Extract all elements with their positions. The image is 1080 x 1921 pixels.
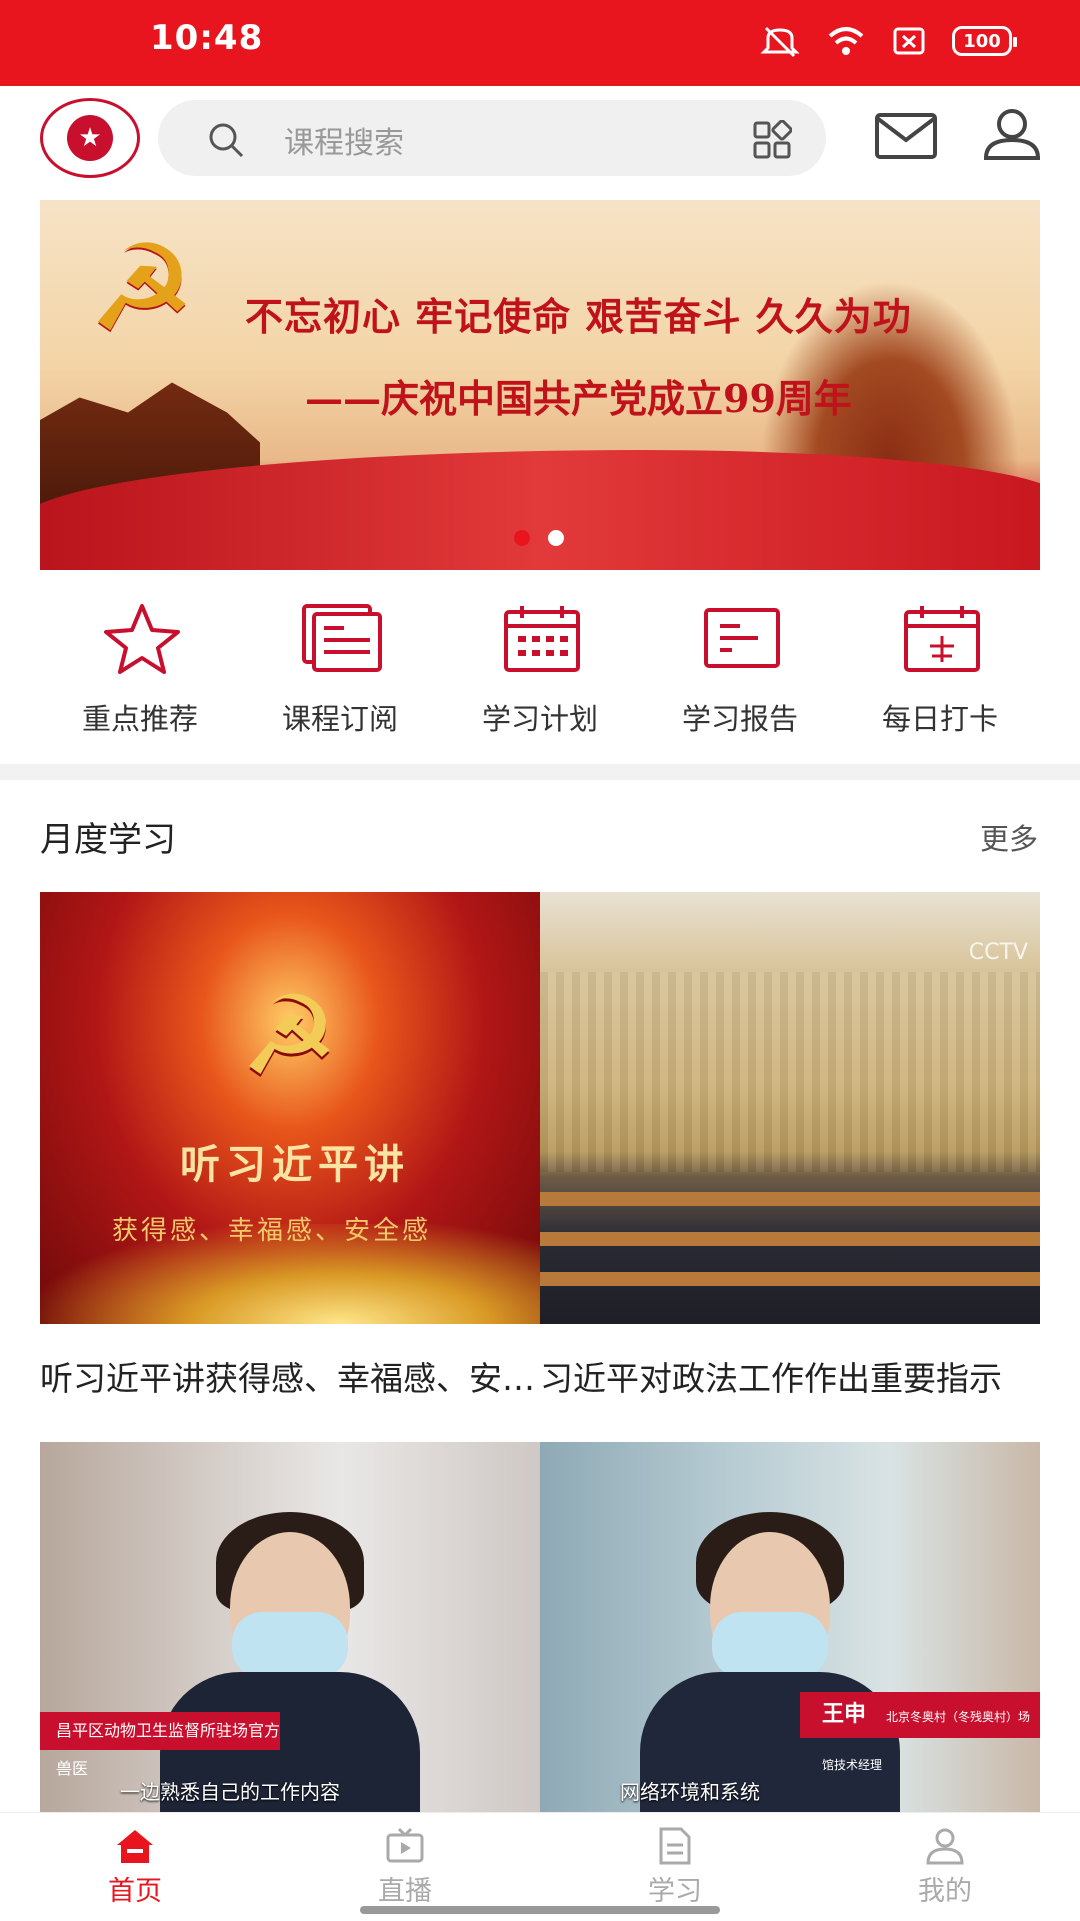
search-bar[interactable]: 课程搜索 <box>158 100 826 176</box>
live-icon <box>386 1827 424 1863</box>
quick-links: 重点推荐 课程订阅 学习计划 学习报告 每日打卡 <box>0 596 1080 756</box>
category-grid-icon[interactable] <box>752 120 792 160</box>
tab-label: 首页 <box>108 1876 162 1907</box>
tv-logo: CCTV <box>968 940 1028 965</box>
battery-level: 100 <box>963 30 1001 52</box>
star-icon <box>104 604 180 674</box>
quick-link-checkin[interactable]: 每日打卡 <box>840 596 1040 746</box>
tab-home[interactable]: 首页 <box>0 1813 270 1921</box>
thumbnail-subtitle: 一边熟悉自己的工作内容 <box>120 1780 340 1804</box>
profile-icon <box>926 1828 964 1865</box>
party-emblem-icon: ☭ <box>240 972 339 1100</box>
video-thumbnail[interactable]: CCTV <box>540 892 1040 1324</box>
home-icon <box>117 1830 153 1863</box>
tab-study[interactable]: 学习 <box>540 1813 810 1921</box>
video-thumbnail[interactable]: 王申 北京冬奥村（冬残奥村）场馆技术经理 网络环境和系统 <box>540 1442 1040 1812</box>
pagination-dot-1[interactable] <box>514 530 530 546</box>
more-link[interactable]: 更多 <box>980 816 1038 858</box>
video-card[interactable]: 昌平区动物卫生监督所驻场官方兽医 一边熟悉自己的工作内容 <box>40 1442 540 1812</box>
hero-banner[interactable]: ☭ 不忘初心 牢记使命 艰苦奋斗 久久为功 ——庆祝中国共产党成立99周年 <box>40 200 1040 570</box>
quick-link-report[interactable]: 学习报告 <box>640 596 840 746</box>
thumbnail-table <box>540 1192 1040 1206</box>
thumbnail-subtitle: 网络环境和系统 <box>620 1780 760 1804</box>
sim-icon <box>893 27 925 55</box>
thumbnail-caption: 听习近平讲 <box>180 1141 410 1188</box>
person-name: 王申 <box>822 1702 867 1727</box>
section-title: 月度学习 <box>40 820 176 860</box>
quick-link-label: 重点推荐 <box>81 702 198 736</box>
quick-link-plan[interactable]: 学习计划 <box>440 596 640 746</box>
video-card[interactable]: CCTV 习近平对政法工作作出重要指示 <box>540 892 1040 1400</box>
tab-profile[interactable]: 我的 <box>810 1813 1080 1921</box>
video-thumbnail[interactable]: 昌平区动物卫生监督所驻场官方兽医 一边熟悉自己的工作内容 <box>40 1442 540 1812</box>
tab-label: 我的 <box>918 1876 972 1907</box>
quick-link-label: 学习计划 <box>481 702 598 736</box>
tab-label: 直播 <box>378 1876 432 1907</box>
status-icons: 100 <box>760 24 1017 58</box>
mail-icon[interactable] <box>874 112 938 162</box>
tab-live[interactable]: 直播 <box>270 1813 540 1921</box>
video-title[interactable]: 习近平对政法工作作出重要指示 <box>540 1352 1040 1400</box>
section-divider <box>0 764 1080 780</box>
video-thumbnail[interactable]: ☭ 听习近平讲 获得感、幸福感、安全感 <box>40 892 540 1324</box>
pagination-dot-2[interactable] <box>548 530 564 546</box>
banner-slogan: 不忘初心 牢记使命 艰苦奋斗 久久为功 <box>245 294 912 339</box>
bottom-tab-bar: 首页 直播 学习 我的 <box>0 1812 1080 1920</box>
thumbnail-person <box>160 1512 420 1812</box>
thumbnail-table <box>540 1272 1040 1286</box>
logo-star-icon: ★ <box>67 115 113 161</box>
video-title[interactable]: 听习近平讲获得感、幸福感、安全感 <box>40 1352 540 1400</box>
thumbnail-namebar: 王申 北京冬奥村（冬残奥村）场馆技术经理 <box>800 1692 1040 1772</box>
quick-link-recommend[interactable]: 重点推荐 <box>40 596 240 746</box>
study-icon <box>659 1827 691 1865</box>
quick-link-label: 学习报告 <box>681 702 798 736</box>
thumbnail-tag: 昌平区动物卫生监督所驻场官方兽医 <box>40 1712 280 1778</box>
app-logo[interactable]: ★ <box>40 98 140 178</box>
thumbnail-table <box>540 1232 1040 1246</box>
calendar-icon <box>504 606 580 672</box>
quick-link-subscribe[interactable]: 课程订阅 <box>240 596 440 746</box>
quick-link-label: 课程订阅 <box>281 702 398 736</box>
subscription-icon <box>302 604 382 672</box>
wifi-icon <box>828 27 864 55</box>
quick-link-label: 每日打卡 <box>881 702 998 736</box>
thumbnail-curtain <box>540 972 1040 1172</box>
report-icon <box>704 608 780 668</box>
video-card[interactable]: ☭ 听习近平讲 获得感、幸福感、安全感 听习近平讲获得感、幸福感、安全感 <box>40 892 540 1400</box>
search-placeholder: 课程搜索 <box>284 126 404 161</box>
thumbnail-subcaption: 获得感、幸福感、安全感 <box>112 1216 432 1246</box>
video-card[interactable]: 王申 北京冬奥村（冬残奥村）场馆技术经理 网络环境和系统 <box>540 1442 1040 1812</box>
mute-icon <box>760 26 800 58</box>
status-time: 10:48 <box>150 18 264 58</box>
top-header: ★ 课程搜索 <box>0 86 1080 190</box>
banner-pagination <box>514 530 564 546</box>
user-icon[interactable] <box>982 106 1042 162</box>
home-indicator[interactable] <box>360 1906 720 1914</box>
checkin-icon <box>904 606 980 672</box>
battery-icon: 100 <box>952 26 1017 56</box>
status-bar: 10:48 100 <box>0 0 1080 86</box>
party-emblem-icon: ☭ <box>88 220 196 359</box>
search-icon <box>209 123 244 158</box>
banner-subtitle: ——庆祝中国共产党成立99周年 <box>305 376 852 421</box>
tab-label: 学习 <box>648 1876 702 1907</box>
